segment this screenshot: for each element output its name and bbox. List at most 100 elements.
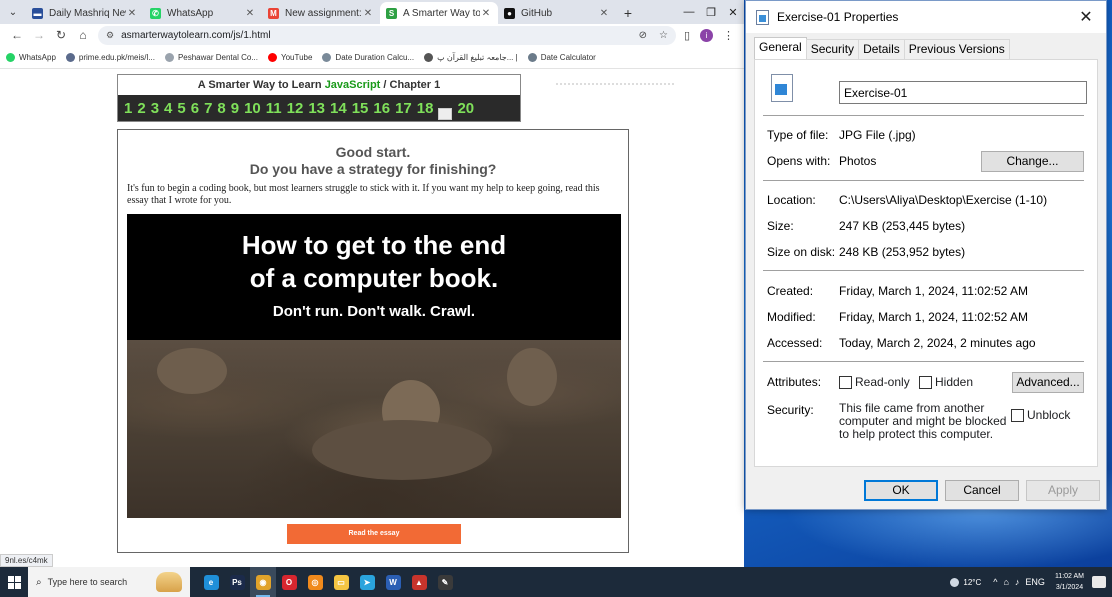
chapter-link[interactable]: 3 — [151, 100, 159, 117]
back-arrow-icon[interactable]: ← — [6, 28, 28, 42]
accessed-value: Today, March 2, 2024, 2 minutes ago — [839, 336, 1036, 350]
start-button[interactable] — [0, 567, 28, 597]
taskbar-app-word[interactable]: W — [380, 567, 406, 597]
weather-widget[interactable]: 12°C — [950, 577, 981, 587]
language-indicator[interactable]: ENG — [1025, 577, 1045, 587]
chapter-link[interactable]: 17 — [395, 100, 412, 117]
chapter-link[interactable]: 7 — [204, 100, 212, 117]
browser-tab[interactable]: ● GitHub ✕ — [498, 2, 616, 24]
read-only-box[interactable] — [839, 375, 852, 389]
read-only-checkbox[interactable]: Read-only — [839, 375, 910, 389]
browser-tab[interactable]: S A Smarter Way to Learn✕ — [380, 2, 498, 24]
chapter-link[interactable]: 11 — [266, 100, 282, 117]
browser-tab[interactable]: M New assignment: "JavaSc✕ — [262, 2, 380, 24]
taskbar-app-telegram[interactable]: ➤ — [354, 567, 380, 597]
chapter-link[interactable]: 1 — [124, 100, 132, 117]
dialog-tab[interactable]: Security — [805, 39, 860, 59]
chapter-link[interactable]: 15 — [352, 100, 369, 117]
side-panel-icon[interactable]: ▯ — [684, 29, 690, 42]
hidden-box[interactable] — [919, 375, 932, 389]
chapter-link[interactable]: 14 — [330, 100, 347, 117]
chapter-link[interactable]: 2 — [137, 100, 145, 117]
read-essay-button[interactable]: Read the essay — [287, 524, 461, 544]
crawler-left — [157, 348, 227, 394]
dialog-tab[interactable]: Details — [858, 39, 905, 59]
bookmark-favicon-icon — [164, 52, 174, 62]
site-info-icon[interactable]: ⚙ — [106, 30, 114, 41]
taskbar-search[interactable]: ⌕ Type here to search — [28, 567, 190, 597]
cancel-button[interactable]: Cancel — [945, 480, 1019, 501]
bookmark-item[interactable]: Date Duration Calcu... — [322, 52, 415, 62]
menu-kebab-icon[interactable]: ⋮ — [723, 29, 734, 42]
close-icon[interactable]: ✕ — [722, 0, 744, 24]
volume-icon[interactable]: ♪ — [1015, 577, 1020, 587]
ok-button[interactable]: OK — [864, 480, 938, 501]
bookmark-item[interactable]: Date Calculator — [527, 52, 596, 62]
new-tab-plus-icon[interactable]: + — [616, 2, 640, 24]
chapter-link[interactable]: 8 — [217, 100, 225, 117]
forward-arrow-icon[interactable]: → — [28, 28, 50, 42]
taskbar-app-chrome[interactable]: ◉ — [250, 567, 276, 597]
taskbar-app-file-explorer[interactable]: ▭ — [328, 567, 354, 597]
tab-close-icon[interactable]: ✕ — [244, 8, 256, 19]
tab-search-chevron-icon[interactable]: ⌄ — [0, 0, 26, 24]
chapter-link[interactable]: 10 — [244, 100, 261, 117]
tab-close-icon[interactable]: ✕ — [362, 8, 374, 19]
show-hidden-icons-icon[interactable]: ^ — [993, 577, 997, 587]
cast-off-icon[interactable]: ⊘ — [639, 30, 647, 41]
dialog-tab[interactable]: General — [754, 37, 807, 59]
chapter-link[interactable]: 12 — [287, 100, 304, 117]
bookmark-item[interactable]: YouTube — [267, 52, 312, 62]
tab-close-icon[interactable]: ✕ — [480, 8, 492, 19]
change-button[interactable]: Change... — [981, 151, 1084, 172]
chapter-link[interactable]: 9 — [231, 100, 239, 117]
tab-close-icon[interactable]: ✕ — [598, 8, 610, 19]
essay-poster-image[interactable]: How to get to the end of a computer book… — [127, 214, 621, 518]
chapter-link[interactable]: 18 — [417, 100, 434, 117]
reload-icon[interactable]: ↻ — [50, 28, 72, 42]
taskbar-app-app-red[interactable]: ▲ — [406, 567, 432, 597]
bookmark-favicon-icon — [527, 52, 537, 62]
maximize-icon[interactable]: ❐ — [700, 0, 722, 24]
chapter-link[interactable]: 20 — [457, 100, 474, 117]
unblock-box[interactable] — [1011, 408, 1024, 422]
bookmark-item[interactable]: WhatsApp — [6, 52, 56, 62]
attributes-label: Attributes: — [767, 375, 822, 389]
clock[interactable]: 11:02 AM 3/1/2024 — [1055, 571, 1084, 593]
notifications-icon[interactable] — [1092, 576, 1106, 588]
profile-avatar[interactable]: i — [700, 28, 713, 42]
bookmark-item[interactable]: جامعہ تبلیغ القرآن پ... | — [424, 52, 518, 62]
chapter-link[interactable]: 6 — [191, 100, 199, 117]
browser-tab[interactable]: ▬ Daily Mashriq Newspape✕ — [26, 2, 144, 24]
chapter-link[interactable]: 13 — [308, 100, 325, 117]
address-bar[interactable]: ⚙ asmarterwaytolearn.com/js/1.html ⊘ ☆ — [98, 25, 676, 45]
browser-tab[interactable]: ✆ WhatsApp ✕ — [144, 2, 262, 24]
tab-favicon-icon: S — [386, 7, 397, 19]
minimize-icon[interactable]: — — [678, 0, 700, 24]
chapter-link[interactable]: 5 — [177, 100, 185, 117]
taskbar-app-opera[interactable]: O — [276, 567, 302, 597]
home-icon[interactable]: ⌂ — [72, 28, 94, 42]
file-name-field[interactable] — [839, 81, 1087, 104]
bookmark-star-icon[interactable]: ☆ — [659, 30, 668, 41]
dialog-close-icon[interactable]: ✕ — [1076, 7, 1096, 27]
advanced-button[interactable]: Advanced... — [1012, 372, 1084, 393]
address-url[interactable]: asmarterwaytolearn.com/js/1.html — [121, 30, 627, 41]
bookmark-item[interactable]: prime.edu.pk/meis/l... — [65, 52, 155, 62]
hidden-checkbox[interactable]: Hidden — [919, 375, 973, 389]
network-icon[interactable]: ⌂ — [1003, 577, 1008, 587]
dialog-tab[interactable]: Previous Versions — [903, 39, 1010, 59]
unblock-checkbox[interactable]: Unblock — [1011, 408, 1070, 422]
broken-image-icon[interactable] — [438, 108, 453, 120]
taskbar-app-app-pen[interactable]: ✎ — [432, 567, 458, 597]
chapter-link[interactable]: 4 — [164, 100, 172, 117]
chapter-label: / Chapter 1 — [383, 79, 441, 91]
chapter-link[interactable]: 16 — [373, 100, 390, 117]
tab-close-icon[interactable]: ✕ — [126, 8, 138, 19]
taskbar-app-photoshop[interactable]: Ps — [224, 567, 250, 597]
taskbar-app-edge[interactable]: e — [198, 567, 224, 597]
bookmark-label: Date Duration Calcu... — [335, 52, 415, 62]
taskbar-app-app-orange[interactable]: ◎ — [302, 567, 328, 597]
bookmark-item[interactable]: Peshawar Dental Co... — [164, 52, 258, 62]
browser-window: ⌄ ▬Daily Mashriq Newspape✕✆WhatsApp✕MNew… — [0, 0, 744, 567]
